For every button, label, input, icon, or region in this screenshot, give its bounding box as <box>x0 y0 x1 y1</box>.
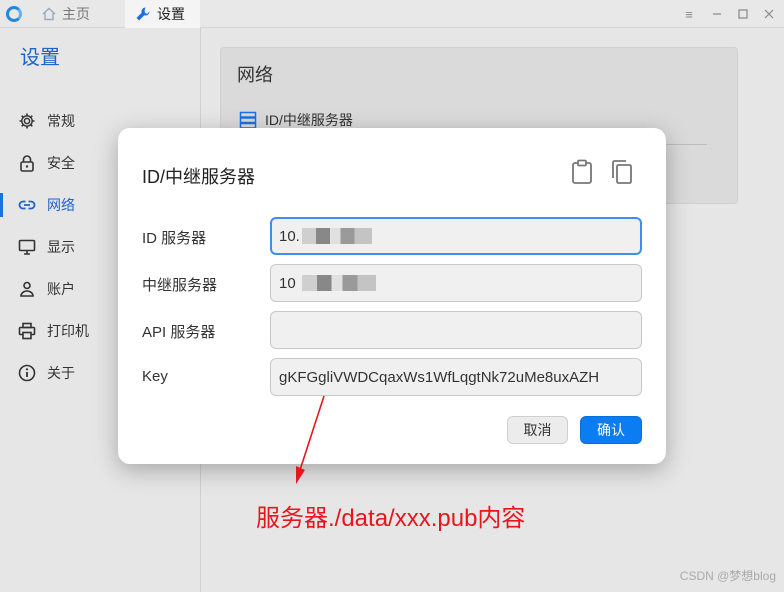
app-logo-icon <box>6 6 22 22</box>
cancel-button[interactable]: 取消 <box>507 416 568 444</box>
wrench-icon <box>136 7 150 21</box>
user-icon <box>17 279 37 299</box>
dialog-title: ID/中继服务器 <box>142 167 256 187</box>
id-server-label: ID 服务器 <box>142 230 207 247</box>
sidebar-item-label: 网络 <box>47 197 75 213</box>
close-icon[interactable] <box>761 6 777 22</box>
tab-home-label: 主页 <box>62 6 90 22</box>
printer-icon <box>17 321 37 341</box>
sidebar-item-label: 显示 <box>47 239 75 255</box>
link-icon <box>17 195 37 215</box>
annotation-text: 服务器./data/xxx.pub内容 <box>256 505 526 532</box>
api-server-input[interactable] <box>270 311 642 349</box>
network-card-title: 网络 <box>237 65 273 85</box>
tab-home[interactable]: 主页 <box>36 0 122 28</box>
redacted-mask <box>301 228 372 244</box>
title-bar: 主页 设置 ≡ <box>0 0 784 28</box>
minimize-icon[interactable] <box>709 6 725 22</box>
gear-icon <box>17 111 37 131</box>
sidebar-item-label: 账户 <box>47 281 75 297</box>
info-icon <box>17 363 37 383</box>
key-label: Key <box>142 368 168 385</box>
relay-server-value: 10 <box>279 274 296 292</box>
lock-icon <box>17 153 37 173</box>
watermark: CSDN @梦想blog <box>679 569 776 583</box>
menu-icon[interactable]: ≡ <box>681 6 697 22</box>
copy-icon[interactable] <box>610 159 634 185</box>
sidebar-item-label: 关于 <box>47 365 75 381</box>
id-relay-server-dialog: ID/中继服务器 ID 服务器 10. 中继服务器 10 API 服务器 Key… <box>118 128 666 464</box>
tab-settings[interactable]: 设置 <box>125 0 200 28</box>
id-server-input[interactable]: 10. <box>270 217 642 255</box>
clipboard-icon[interactable] <box>570 159 594 185</box>
api-server-label: API 服务器 <box>142 324 216 341</box>
sidebar-item-label: 安全 <box>47 155 75 171</box>
maximize-icon[interactable] <box>735 6 751 22</box>
sidebar-item-label: 打印机 <box>47 323 89 339</box>
sidebar-title: 设置 <box>20 47 60 69</box>
tab-settings-label: 设置 <box>157 6 185 22</box>
relay-server-label: 中继服务器 <box>142 277 218 294</box>
key-input[interactable]: gKFGgliVWDCqaxWs1WfLqgtNk72uMe8uxAZH <box>270 358 642 396</box>
id-relay-server-label: ID/中继服务器 <box>265 112 353 128</box>
server-icon <box>239 111 257 129</box>
key-value: gKFGgliVWDCqaxWs1WfLqgtNk72uMe8uxAZH <box>279 368 600 386</box>
confirm-button[interactable]: 确认 <box>580 416 642 444</box>
redacted-mask <box>301 275 376 291</box>
relay-server-input[interactable]: 10 <box>270 264 642 302</box>
sidebar-item-label: 常规 <box>47 113 75 129</box>
id-relay-server-row[interactable]: ID/中继服务器 <box>239 110 353 130</box>
home-icon <box>42 7 56 21</box>
id-server-value: 10. <box>279 227 300 245</box>
monitor-icon <box>17 237 37 257</box>
